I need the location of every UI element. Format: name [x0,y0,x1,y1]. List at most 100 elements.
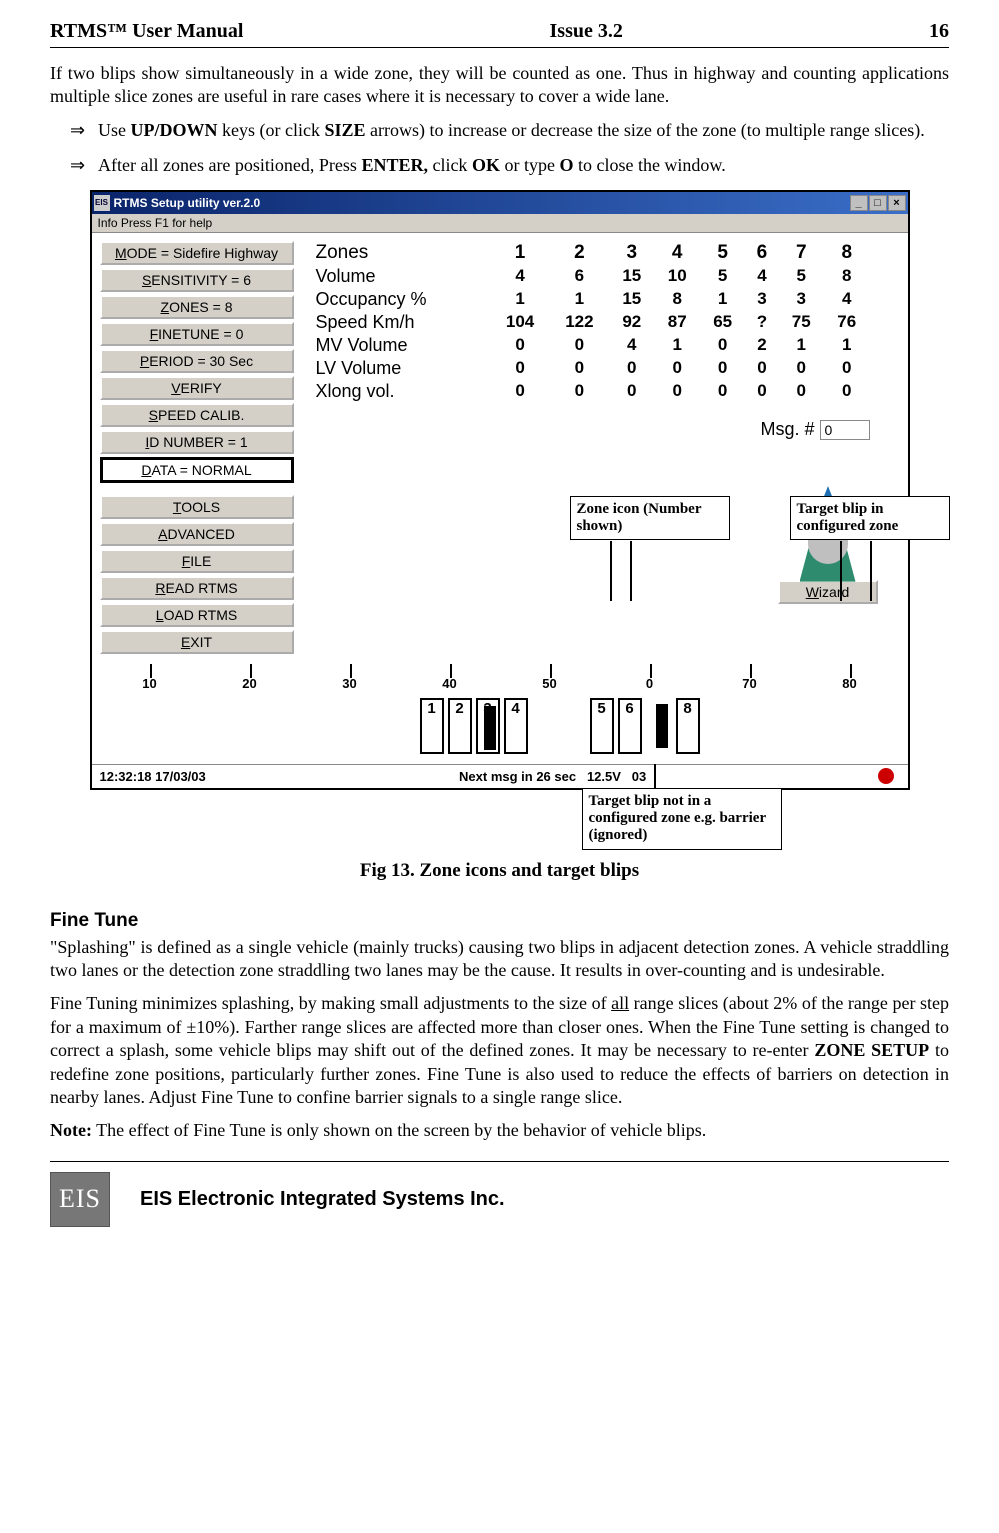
paragraph-finetune: Fine Tuning minimizes splashing, by maki… [50,992,949,1109]
table-cell: 122 [550,311,609,334]
wizard-button[interactable]: Wizard [778,580,878,604]
table-cell: 4 [490,265,549,288]
table-cell: 3 [779,288,824,311]
table-cell: 0 [779,357,824,380]
zone-box-6[interactable]: 6 [618,698,642,754]
table-cell: 0 [700,357,745,380]
sidebar-button[interactable]: VERIFY [100,376,294,400]
status-extra: 03 [632,769,646,784]
status-volts: 12.5V [587,769,621,784]
zone-box-5[interactable]: 5 [590,698,614,754]
msg-field[interactable]: 0 [820,420,870,440]
table-cell: 0 [490,357,549,380]
titlebar: EIS RTMS Setup utility ver.2.0 _ □ × [92,192,908,214]
ruler-tick: 70 [700,674,800,692]
table-cell: 0 [655,357,700,380]
figure-caption: Fig 13. Zone icons and target blips [50,860,949,882]
table-row-label: MV Volume [310,334,491,357]
footer-company: EIS Electronic Integrated Systems Inc. [140,1188,505,1211]
table-cell: 0 [824,380,870,403]
instruction-1: Use UP/DOWN keys (or click SIZE arrows) … [70,119,949,142]
callout-blip-in-zone: Target blip in configured zone [790,496,950,541]
sidebar-button[interactable]: DATA = NORMAL [100,457,294,483]
table-cell: 0 [700,334,745,357]
status-led-icon [878,768,894,784]
main-panel: Zones12345678Volume4615105458Occupancy %… [300,241,900,654]
sidebar-button[interactable]: FILE [100,549,294,573]
menubar[interactable]: Info Press F1 for help [92,214,908,233]
stray-blip-icon [656,704,668,748]
sidebar-button[interactable]: ID NUMBER = 1 [100,430,294,454]
table-cell: 65 [700,311,745,334]
sidebar-button[interactable]: PERIOD = 30 Sec [100,349,294,373]
table-cell: 3 [745,288,778,311]
section-heading: Fine Tune [50,910,949,932]
table-cell: 8 [824,265,870,288]
callout-blip-outside-zone: Target blip not in a configured zone e.g… [582,788,782,850]
ruler-tick: 30 [300,674,400,692]
range-ruler: 102030405007080 1 2 3 4 5 6 8 [100,664,900,764]
sidebar-button[interactable]: EXIT [100,630,294,654]
table-cell: 0 [745,380,778,403]
table-row-label: Volume [310,265,491,288]
blip-icon [484,706,496,750]
sidebar-button[interactable]: SENSITIVITY = 6 [100,268,294,292]
sidebar-button[interactable]: MODE = Sidefire Highway [100,241,294,265]
sidebar-button[interactable]: ZONES = 8 [100,295,294,319]
table-row-label: Xlong vol. [310,380,491,403]
zone-box-1[interactable]: 1 [420,698,444,754]
table-cell: 75 [779,311,824,334]
table-cell: 4 [824,288,870,311]
ruler-tick: 50 [500,674,600,692]
table-cell: 10 [655,265,700,288]
paragraph-splashing: "Splashing" is defined as a single vehic… [50,936,949,983]
minimize-button[interactable]: _ [850,195,868,211]
msg-label: Msg. # [760,419,814,439]
table-cell: 6 [745,241,778,265]
maximize-button[interactable]: □ [869,195,887,211]
table-cell: 76 [824,311,870,334]
sidebar-button[interactable]: READ RTMS [100,576,294,600]
table-cell: 1 [490,241,549,265]
table-cell: 0 [824,357,870,380]
table-cell: 0 [550,334,609,357]
page-number: 16 [929,20,949,43]
table-cell: 0 [550,357,609,380]
sidebar-button[interactable]: SPEED CALIB. [100,403,294,427]
table-cell: 5 [700,265,745,288]
table-cell: 7 [779,241,824,265]
table-cell: 4 [609,334,654,357]
sidebar-button[interactable]: LOAD RTMS [100,603,294,627]
zone-box-8[interactable]: 8 [676,698,700,754]
sidebar-button[interactable]: ADVANCED [100,522,294,546]
doc-issue: Issue 3.2 [550,20,623,43]
app-window: EIS RTMS Setup utility ver.2.0 _ □ × Inf… [90,190,910,790]
table-cell: 4 [655,241,700,265]
sidebar: MODE = Sidefire Highway SENSITIVITY = 6 ZO… [100,241,300,654]
table-cell: 0 [550,380,609,403]
table-cell: 0 [609,380,654,403]
close-button[interactable]: × [888,195,906,211]
sidebar-button[interactable]: TOOLS [100,495,294,519]
table-cell: 0 [609,357,654,380]
table-cell: 15 [609,265,654,288]
note-label: Note: [50,1120,92,1140]
zone-box-4[interactable]: 4 [504,698,528,754]
table-cell: 0 [490,334,549,357]
page-footer: EIS EIS Electronic Integrated Systems In… [50,1161,949,1227]
table-cell: 4 [745,265,778,288]
table-cell: ? [745,311,778,334]
ruler-tick: 80 [800,674,900,692]
sidebar-button[interactable]: FINETUNE = 0 [100,322,294,346]
table-row-label: Speed Km/h [310,311,491,334]
msg-row: Msg. # 0 [310,419,900,440]
zone-strip: 1 2 3 4 5 6 8 [100,698,900,754]
table-cell: 2 [550,241,609,265]
zone-box-2[interactable]: 2 [448,698,472,754]
ruler-tick: 40 [400,674,500,692]
table-cell: 5 [700,241,745,265]
table-cell: 0 [745,357,778,380]
zone-box-3[interactable]: 3 [476,698,500,754]
table-cell: 92 [609,311,654,334]
intro-paragraph: If two blips show simultaneously in a wi… [50,62,949,109]
